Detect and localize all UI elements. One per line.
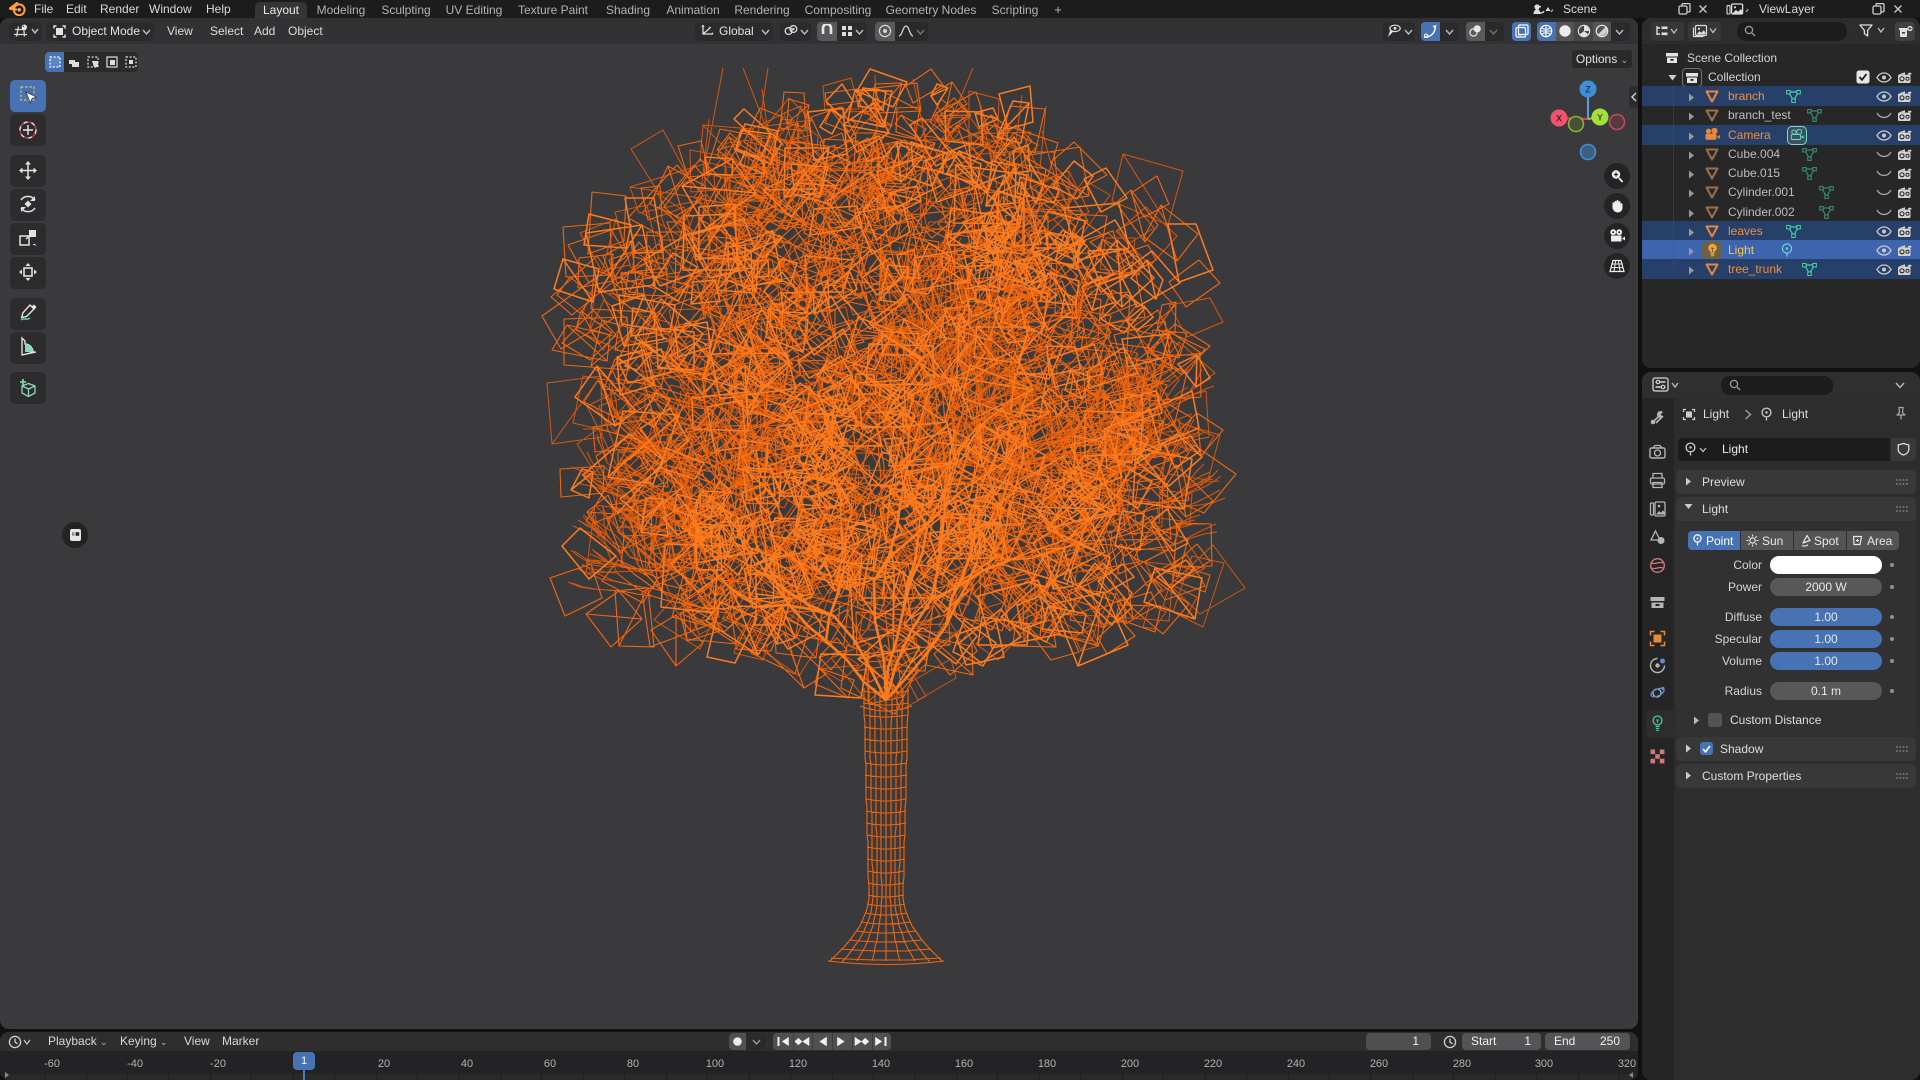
svg-text:Z: Z	[1585, 85, 1591, 95]
svg-text:Y: Y	[1597, 113, 1603, 123]
svg-text:X: X	[1556, 114, 1562, 124]
